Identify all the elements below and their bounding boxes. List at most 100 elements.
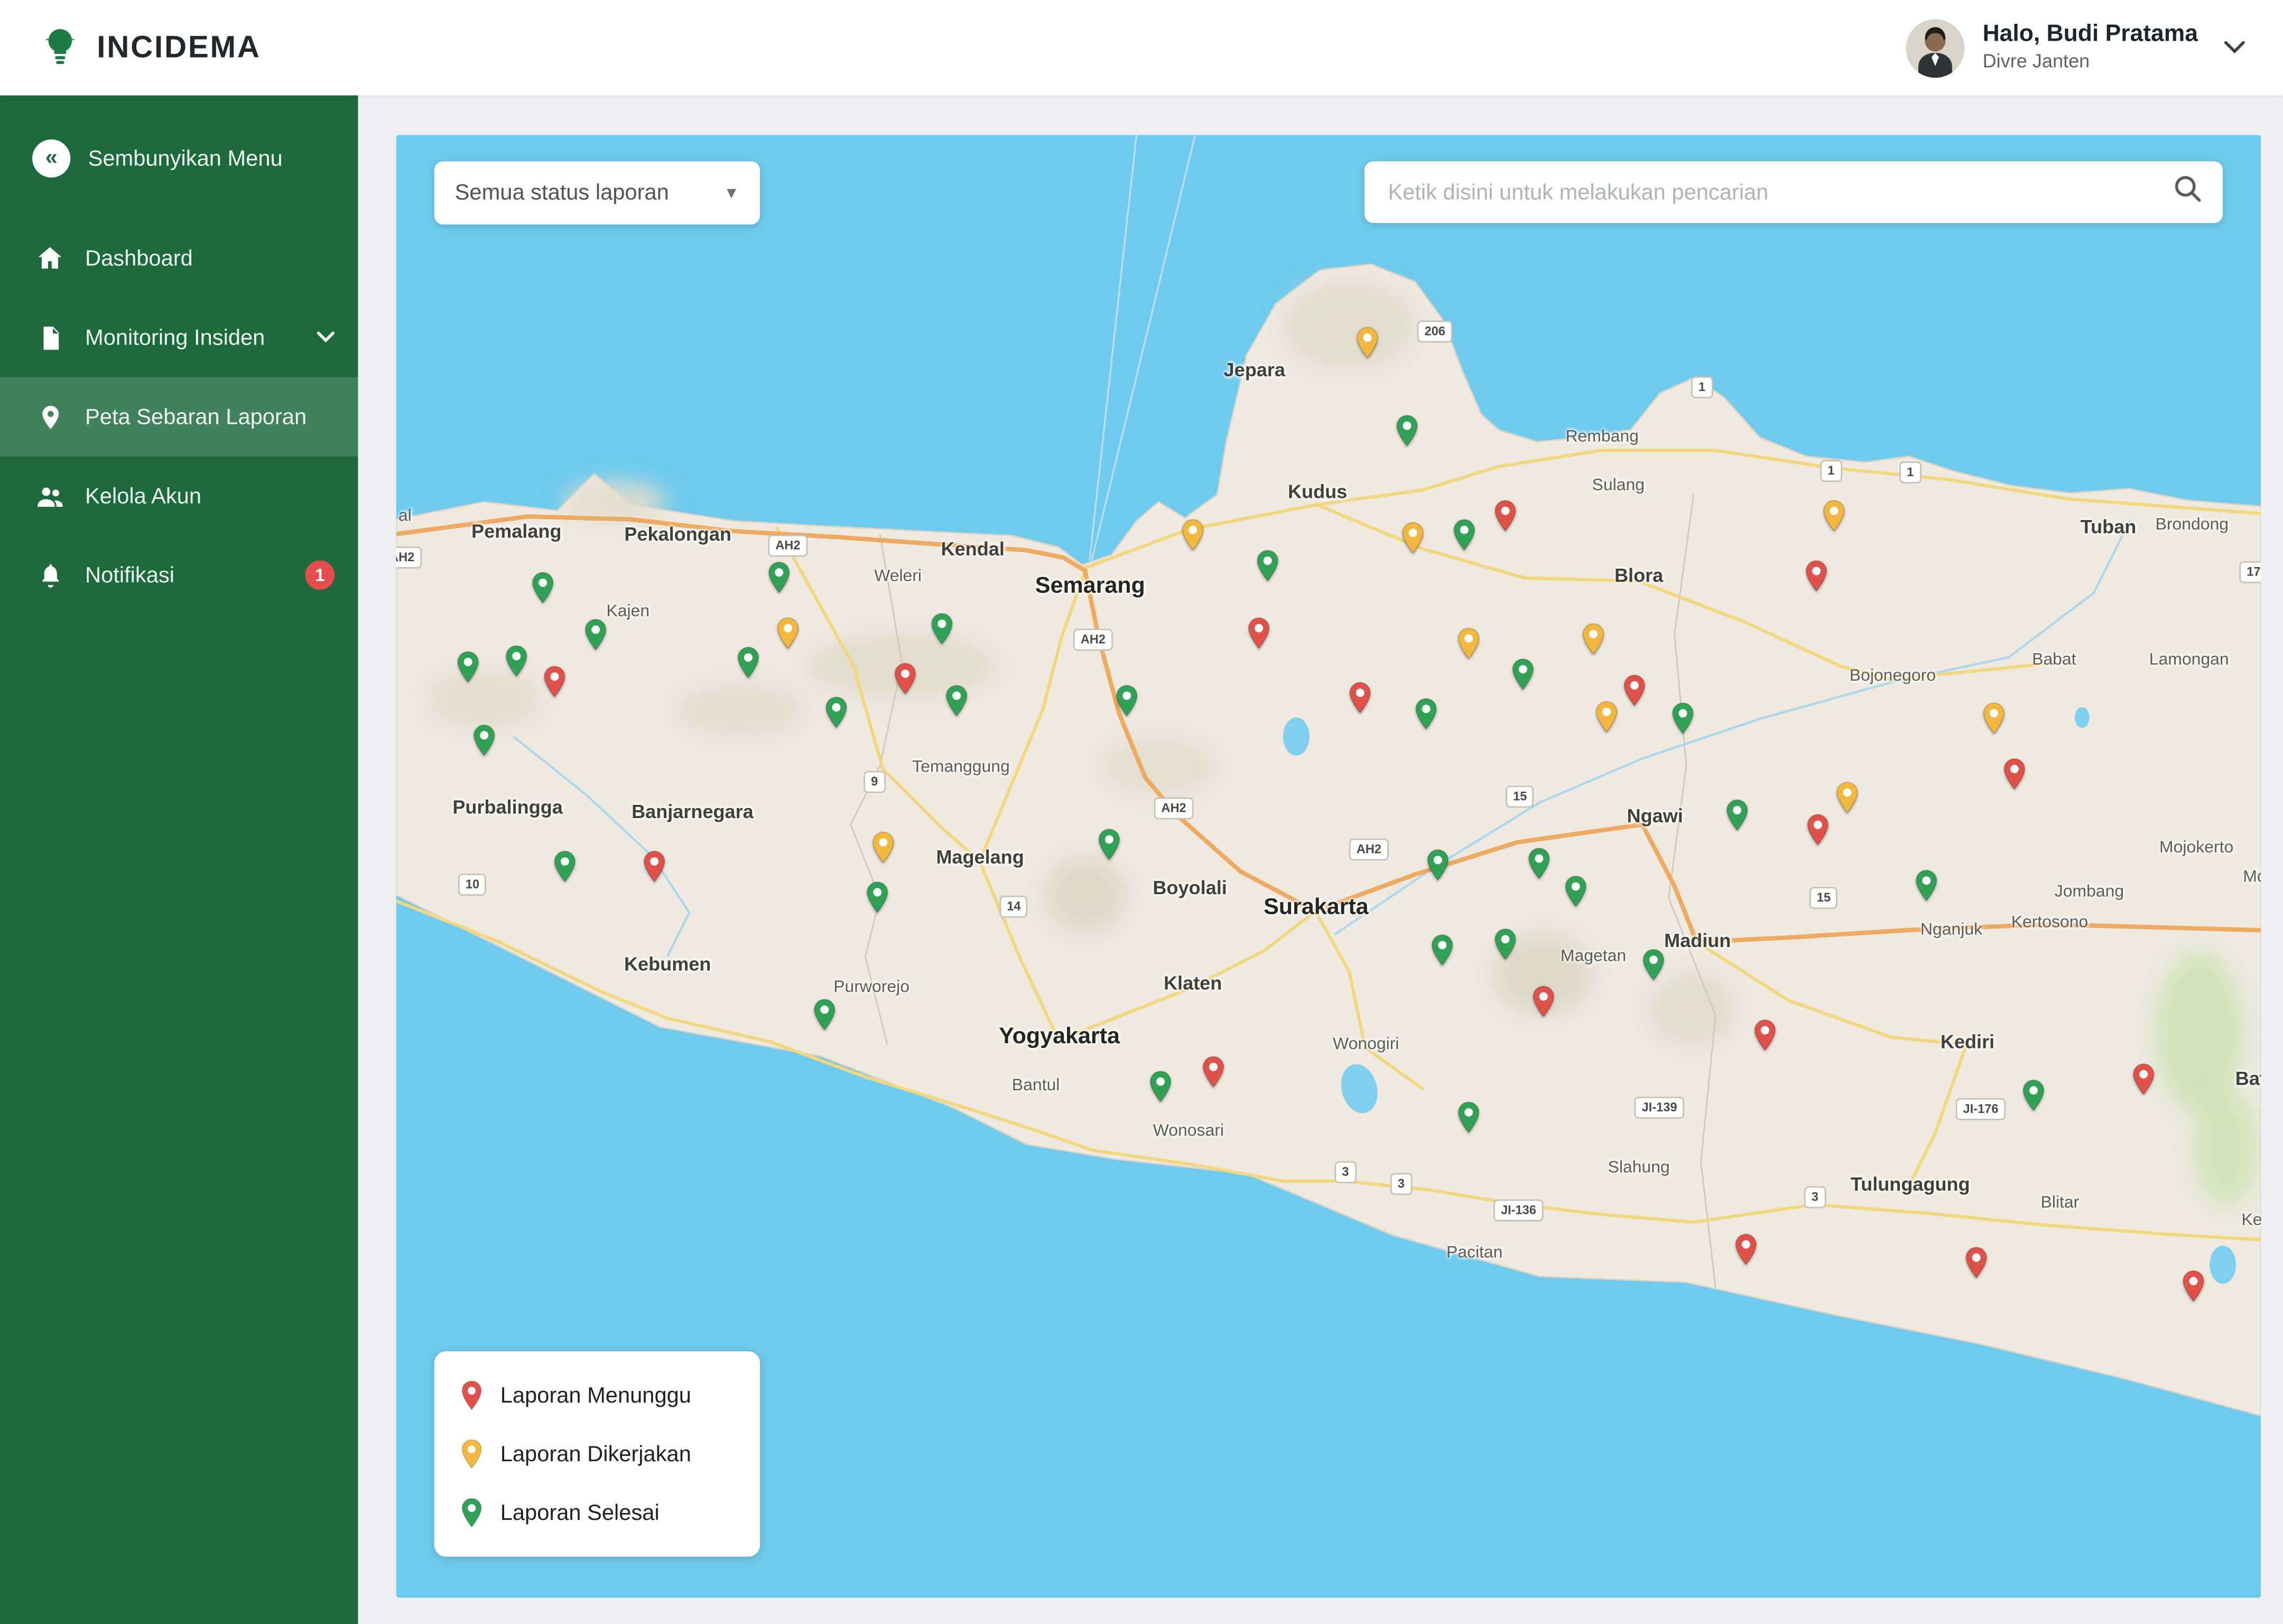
- report-marker-red[interactable]: [2003, 757, 2026, 791]
- report-marker-green[interactable]: [1256, 549, 1279, 582]
- report-marker-red[interactable]: [1753, 1018, 1777, 1052]
- report-marker-yellow[interactable]: [1595, 700, 1618, 734]
- report-marker-red[interactable]: [2182, 1269, 2205, 1303]
- report-marker-green[interactable]: [1453, 518, 1476, 552]
- brand-logo-icon: [38, 26, 82, 70]
- sidebar-item-label: Kelola Akun: [85, 484, 201, 508]
- hide-menu-button[interactable]: « Sembunyikan Menu: [0, 95, 358, 218]
- report-marker-green[interactable]: [1527, 847, 1551, 880]
- legend-label: Laporan Dikerjakan: [500, 1442, 691, 1467]
- legend-item-red: Laporan Menunggu: [434, 1366, 760, 1425]
- map-canvas[interactable]: alPemalangPekalonganKajenWeleriKendalSem…: [396, 135, 2261, 1598]
- report-marker-yellow[interactable]: [1401, 521, 1424, 555]
- legend-label: Laporan Menunggu: [500, 1383, 691, 1408]
- sidebar-item-dashboard[interactable]: Dashboard: [0, 219, 358, 298]
- legend-pin-icon-red: [461, 1379, 483, 1412]
- report-marker-red[interactable]: [1806, 813, 1830, 847]
- users-icon: [35, 481, 65, 511]
- report-marker-green[interactable]: [584, 618, 607, 652]
- report-marker-yellow[interactable]: [1835, 781, 1859, 814]
- sidebar-nav: DashboardMonitoring Insiden Peta Sebaran …: [0, 219, 358, 615]
- report-marker-yellow[interactable]: [1982, 701, 2006, 735]
- app: INCIDEMA Halo, Budi Pratama Divre Janten: [0, 0, 2283, 1624]
- report-marker-green[interactable]: [737, 646, 760, 680]
- sidebar-item-kelola-akun[interactable]: Kelola Akun: [0, 456, 358, 535]
- report-marker-green[interactable]: [1642, 948, 1665, 981]
- search-input[interactable]: [1365, 161, 2223, 223]
- report-marker-green[interactable]: [505, 644, 528, 678]
- report-marker-green[interactable]: [1414, 697, 1437, 731]
- report-marker-yellow[interactable]: [871, 830, 895, 864]
- report-marker-green[interactable]: [824, 695, 848, 729]
- chevron-down-icon: [317, 331, 335, 343]
- report-marker-green[interactable]: [767, 561, 791, 595]
- report-marker-green[interactable]: [2022, 1079, 2045, 1112]
- chevron-down-icon[interactable]: [2224, 41, 2245, 54]
- sidebar-item-monitoring-insiden[interactable]: Monitoring Insiden: [0, 298, 358, 377]
- legend-label: Laporan Selesai: [500, 1500, 660, 1525]
- report-marker-red[interactable]: [643, 849, 666, 883]
- report-marker-green[interactable]: [1115, 684, 1138, 718]
- status-filter-dropdown[interactable]: Semua status laporan ▼: [434, 161, 760, 224]
- notification-badge: 1: [305, 561, 335, 590]
- report-marker-green[interactable]: [1431, 933, 1454, 967]
- report-marker-green[interactable]: [553, 849, 577, 883]
- report-marker-red[interactable]: [1348, 681, 1371, 714]
- document-icon: [35, 323, 65, 352]
- report-marker-green[interactable]: [472, 723, 496, 757]
- report-marker-yellow[interactable]: [776, 616, 800, 650]
- home-icon: [35, 244, 65, 273]
- report-marker-green[interactable]: [1564, 875, 1588, 908]
- report-marker-green[interactable]: [531, 571, 554, 605]
- report-marker-green[interactable]: [1457, 1100, 1480, 1134]
- map-legend: Laporan Menunggu Laporan Dikerjakan Lapora…: [434, 1351, 760, 1557]
- report-marker-green[interactable]: [1511, 657, 1535, 691]
- report-marker-green[interactable]: [1426, 848, 1450, 882]
- report-marker-yellow[interactable]: [1582, 622, 1605, 656]
- search-box: [1365, 161, 2223, 223]
- sidebar: « Sembunyikan Menu DashboardMonitoring I…: [0, 95, 358, 1624]
- report-marker-green[interactable]: [866, 880, 889, 914]
- user-role: Divre Janten: [1983, 50, 2198, 74]
- report-marker-yellow[interactable]: [1822, 499, 1845, 533]
- user-name: Halo, Budi Pratama: [1983, 21, 2198, 51]
- report-marker-green[interactable]: [456, 650, 479, 684]
- report-marker-yellow[interactable]: [1457, 626, 1480, 660]
- report-marker-green[interactable]: [1098, 828, 1121, 861]
- sidebar-item-peta-sebaran-laporan[interactable]: Peta Sebaran Laporan: [0, 377, 358, 457]
- report-marker-green[interactable]: [1149, 1070, 1172, 1103]
- report-marker-green[interactable]: [813, 998, 836, 1032]
- report-marker-green[interactable]: [1915, 869, 1938, 903]
- report-marker-red[interactable]: [1202, 1055, 1225, 1089]
- hide-menu-label: Sembunyikan Menu: [88, 146, 283, 171]
- report-marker-green[interactable]: [1725, 798, 1749, 832]
- report-marker-red[interactable]: [1247, 616, 1270, 650]
- report-marker-yellow[interactable]: [1181, 518, 1204, 552]
- avatar: [1906, 18, 1965, 77]
- report-marker-green[interactable]: [1493, 927, 1517, 961]
- report-marker-red[interactable]: [1805, 559, 1828, 593]
- report-marker-green[interactable]: [1671, 701, 1694, 735]
- report-marker-red[interactable]: [543, 665, 566, 699]
- sidebar-item-label: Peta Sebaran Laporan: [85, 404, 307, 429]
- report-marker-red[interactable]: [1964, 1246, 1988, 1279]
- user-menu[interactable]: Halo, Budi Pratama Divre Janten: [1906, 18, 2245, 77]
- report-marker-red[interactable]: [1623, 673, 1646, 707]
- report-marker-green[interactable]: [1395, 414, 1418, 448]
- report-marker-green[interactable]: [945, 684, 968, 718]
- caret-down-icon: ▼: [723, 184, 739, 201]
- header: INCIDEMA Halo, Budi Pratama Divre Janten: [0, 0, 2283, 95]
- report-marker-red[interactable]: [894, 662, 917, 695]
- report-marker-red[interactable]: [1493, 499, 1517, 533]
- sidebar-item-notifikasi[interactable]: Notifikasi 1: [0, 535, 358, 615]
- status-filter-value: Semua status laporan: [455, 180, 669, 205]
- legend-item-green: Laporan Selesai: [434, 1483, 760, 1542]
- report-marker-green[interactable]: [930, 612, 953, 646]
- pin-icon: [35, 402, 65, 432]
- report-marker-red[interactable]: [1734, 1232, 1758, 1266]
- report-marker-yellow[interactable]: [1356, 326, 1379, 359]
- report-marker-red[interactable]: [1532, 985, 1555, 1018]
- user-text: Halo, Budi Pratama Divre Janten: [1983, 21, 2198, 75]
- sidebar-item-label: Notifikasi: [85, 563, 174, 588]
- report-marker-red[interactable]: [2132, 1062, 2155, 1096]
